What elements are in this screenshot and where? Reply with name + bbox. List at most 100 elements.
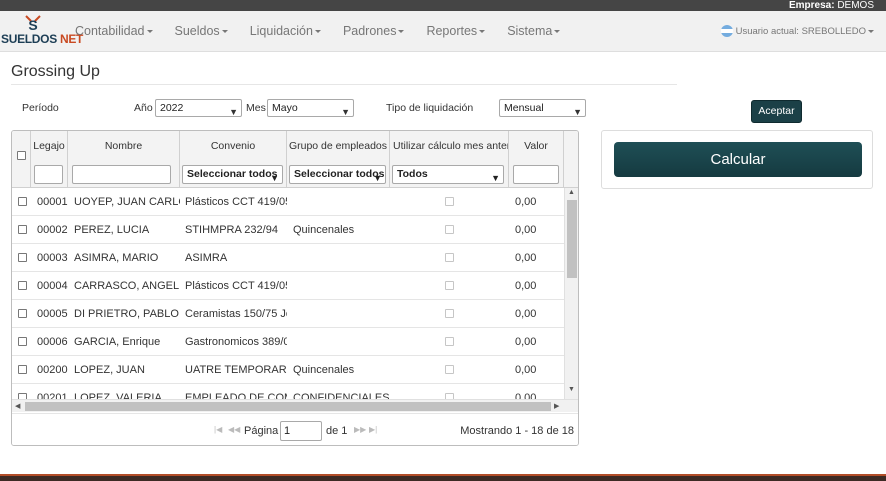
cell-grupo: Quincenales bbox=[293, 364, 355, 376]
page-number-input[interactable]: 1 bbox=[280, 421, 322, 441]
menu-sistema[interactable]: Sistema bbox=[496, 11, 571, 52]
utilizar-checkbox[interactable] bbox=[445, 225, 454, 234]
utilizar-checkbox[interactable] bbox=[445, 197, 454, 206]
company-label: Empresa: bbox=[788, 0, 835, 11]
cell-grupo bbox=[293, 300, 389, 328]
company-indicator: Empresa: DEMOS bbox=[789, 0, 874, 11]
scroll-right-icon[interactable]: ▶ bbox=[554, 402, 559, 410]
logo-letter: S bbox=[28, 17, 37, 33]
logo-mark-icon: S bbox=[25, 15, 41, 33]
menu-padrones-label: Padrones bbox=[342, 24, 397, 38]
cell-valor: 0,00 bbox=[515, 364, 537, 376]
prev-page-icon[interactable]: ◀◀ bbox=[228, 425, 240, 434]
scroll-left-icon[interactable]: ◀ bbox=[15, 402, 20, 410]
calcular-button[interactable]: Calcular bbox=[614, 142, 862, 177]
col-convenio[interactable]: Convenio Seleccionar todos ▼ bbox=[180, 131, 287, 188]
col-convenio-label: Convenio bbox=[210, 140, 256, 152]
row-checkbox[interactable] bbox=[18, 309, 27, 318]
utilizar-checkbox[interactable] bbox=[445, 281, 454, 290]
menu-liquidacion-label: Liquidación bbox=[249, 24, 313, 38]
caret-down-icon bbox=[479, 30, 486, 34]
main-menu: Contabilidad Sueldos Liquidación Padrone… bbox=[64, 11, 571, 52]
cell-nombre: ASIMRA, MARIO bbox=[74, 252, 159, 264]
horizontal-scrollbar[interactable]: ◀ ▶ bbox=[12, 399, 578, 412]
row-checkbox[interactable] bbox=[18, 281, 27, 290]
mes-select[interactable]: Mayo ▼ bbox=[267, 99, 354, 117]
col-utilizar[interactable]: Utilizar cálculo mes anterior Todos ▼ bbox=[390, 131, 509, 188]
next-page-icon[interactable]: ▶▶ bbox=[354, 425, 366, 434]
table-row[interactable]: 00002 PEREZ, LUCIA STIHMPRA 232/94 Quinc… bbox=[12, 216, 564, 244]
aceptar-button[interactable]: Aceptar bbox=[751, 100, 802, 123]
menu-contabilidad[interactable]: Contabilidad bbox=[64, 11, 164, 52]
employees-grid: Legajo Nombre Convenio Seleccionar todos… bbox=[11, 130, 579, 446]
first-page-icon[interactable]: |◀ bbox=[214, 425, 222, 434]
menu-sueldos-label: Sueldos bbox=[174, 24, 220, 38]
calcular-panel: Calcular bbox=[601, 130, 873, 189]
col-nombre[interactable]: Nombre bbox=[68, 131, 180, 188]
table-row[interactable]: 00001 UOYEP, JUAN CARLOS Plásticos CCT 4… bbox=[12, 188, 564, 216]
tipo-liquidacion-label: Tipo de liquidación bbox=[386, 102, 474, 114]
brand-logo[interactable]: S SUELDOS NET bbox=[0, 11, 83, 52]
user-menu[interactable]: Usuario actual: SREBOLLEDO bbox=[720, 11, 874, 52]
cell-legajo: 00001 bbox=[37, 196, 68, 208]
top-bar: Empresa: DEMOS bbox=[0, 0, 886, 11]
chevron-down-icon: ▼ bbox=[373, 173, 382, 183]
anio-select[interactable]: 2022 ▼ bbox=[155, 99, 242, 117]
menu-sueldos[interactable]: Sueldos bbox=[164, 11, 239, 52]
scroll-down-icon[interactable]: ▼ bbox=[568, 386, 575, 393]
legajo-filter-input[interactable] bbox=[34, 165, 63, 184]
convenio-filter-select[interactable]: Seleccionar todos ▼ bbox=[182, 165, 283, 184]
col-grupo-label: Grupo de empleados bbox=[288, 140, 388, 152]
table-row[interactable]: 00006 GARCIA, Enrique Gastronomicos 389/… bbox=[12, 328, 564, 356]
vertical-scrollbar[interactable]: ▲ ▼ bbox=[564, 188, 578, 402]
row-checkbox[interactable] bbox=[18, 197, 27, 206]
utilizar-checkbox[interactable] bbox=[445, 253, 454, 262]
cell-valor: 0,00 bbox=[515, 280, 537, 292]
row-checkbox[interactable] bbox=[18, 337, 27, 346]
select-all-checkbox[interactable] bbox=[17, 151, 26, 160]
pager: |◀ ◀◀ Página 1 de 1 ▶▶ ▶| Mostrando 1 - … bbox=[12, 413, 578, 445]
tipo-liquidacion-select[interactable]: Mensual ▼ bbox=[499, 99, 586, 117]
vertical-scroll-thumb[interactable] bbox=[567, 200, 577, 278]
cell-legajo: 00003 bbox=[37, 252, 68, 264]
table-row[interactable]: 00004 CARRASCO, ANGEL Plásticos CCT 419/… bbox=[12, 272, 564, 300]
horizontal-scroll-thumb[interactable] bbox=[25, 402, 551, 411]
menu-padrones[interactable]: Padrones bbox=[332, 11, 416, 52]
row-checkbox[interactable] bbox=[18, 225, 27, 234]
cell-nombre: LOPEZ, JUAN bbox=[74, 364, 145, 376]
last-page-icon[interactable]: ▶| bbox=[369, 425, 377, 434]
cell-nombre: PEREZ, LUCIA bbox=[74, 224, 150, 236]
utilizar-checkbox[interactable] bbox=[445, 365, 454, 374]
chevron-down-icon: ▼ bbox=[491, 173, 500, 183]
cell-legajo: 00004 bbox=[37, 280, 68, 292]
menu-liquidacion[interactable]: Liquidación bbox=[239, 11, 332, 52]
nombre-filter-input[interactable] bbox=[72, 165, 171, 184]
cell-legajo: 00200 bbox=[37, 364, 68, 376]
utilizar-filter-select[interactable]: Todos ▼ bbox=[392, 165, 504, 184]
anio-label: Año bbox=[134, 102, 153, 114]
periodo-label: Período bbox=[22, 102, 59, 114]
cell-grupo bbox=[293, 272, 389, 300]
menu-reportes[interactable]: Reportes bbox=[415, 11, 496, 52]
brand-name-a: SUELDOS bbox=[1, 32, 57, 46]
cell-valor: 0,00 bbox=[515, 196, 537, 208]
page-count: de 1 bbox=[326, 425, 348, 437]
utilizar-checkbox[interactable] bbox=[445, 309, 454, 318]
utilizar-checkbox[interactable] bbox=[445, 337, 454, 346]
row-checkbox[interactable] bbox=[18, 253, 27, 262]
cell-convenio: Ceramistas 150/75 Jornalizados bbox=[185, 308, 287, 320]
cell-valor: 0,00 bbox=[515, 252, 537, 264]
table-row[interactable]: 00003 ASIMRA, MARIO ASIMRA 0,00 bbox=[12, 244, 564, 272]
col-grupo[interactable]: Grupo de empleados Seleccionar todos ▼ bbox=[287, 131, 390, 188]
row-checkbox[interactable] bbox=[18, 365, 27, 374]
main-navbar: S SUELDOS NET Contabilidad Sueldos Liqui… bbox=[0, 11, 886, 52]
col-valor[interactable]: Valor bbox=[509, 131, 564, 188]
table-row[interactable]: 00200 LOPEZ, JUAN UATRE TEMPORARIOS Quin… bbox=[12, 356, 564, 384]
cell-nombre: UOYEP, JUAN CARLOS bbox=[74, 196, 180, 208]
col-legajo[interactable]: Legajo bbox=[31, 131, 68, 188]
scroll-up-icon[interactable]: ▲ bbox=[568, 189, 575, 196]
grupo-filter-select[interactable]: Seleccionar todos ▼ bbox=[289, 165, 386, 184]
valor-filter-input[interactable] bbox=[513, 165, 559, 184]
title-divider bbox=[11, 84, 677, 85]
table-row[interactable]: 00005 DI PRIETRO, PABLO Ceramistas 150/7… bbox=[12, 300, 564, 328]
